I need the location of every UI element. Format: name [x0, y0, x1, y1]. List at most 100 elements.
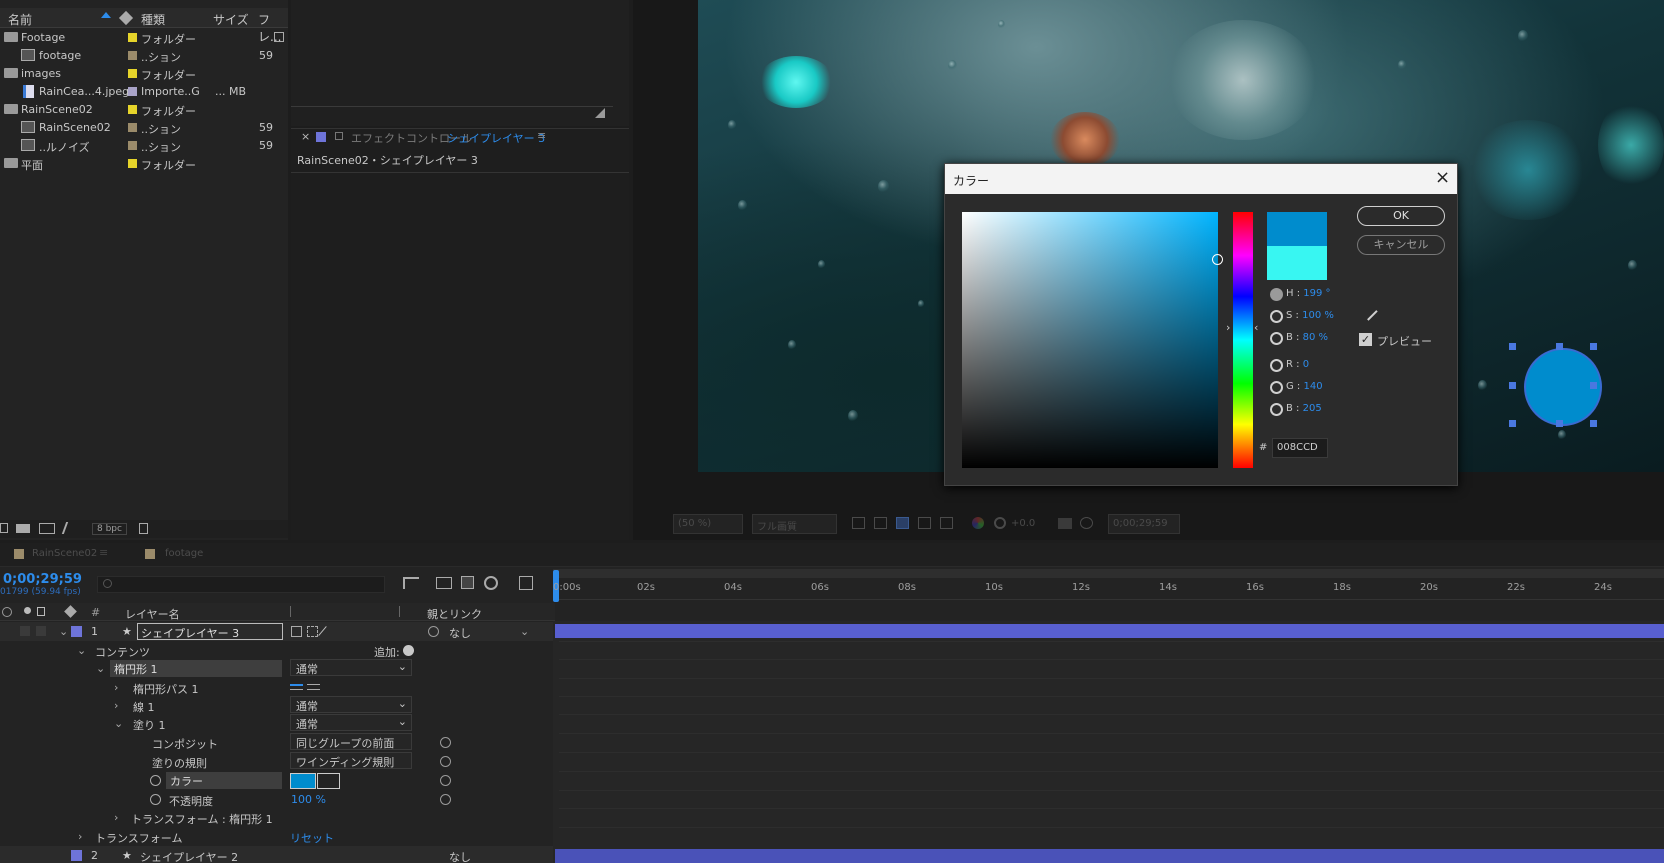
project-item-images-folder[interactable]: images フォルダー	[0, 64, 288, 83]
fill-blend-mode-dropdown[interactable]: 通常 ⌄	[290, 714, 412, 731]
blue-field[interactable]: B : 205	[1286, 403, 1322, 414]
switches-icons[interactable]	[290, 606, 400, 617]
s-radio[interactable]	[1270, 310, 1283, 323]
add-play-icon[interactable]	[403, 645, 414, 656]
chevron-right-icon[interactable]: ›	[114, 811, 118, 824]
tab-rainscene02[interactable]: RainScene02	[32, 548, 97, 559]
expression-pickwhip-icon[interactable]	[440, 756, 451, 767]
transform-handle[interactable]	[1590, 343, 1597, 350]
r-radio[interactable]	[1270, 359, 1283, 372]
fill-rule-row[interactable]: 塗りの規則	[0, 752, 555, 771]
opacity-value[interactable]: 100 %	[291, 793, 326, 806]
tab-footage[interactable]: footage	[165, 548, 203, 559]
work-area-bar[interactable]	[553, 569, 1664, 578]
mask-visibility-icon[interactable]	[896, 517, 909, 529]
label-swatch[interactable]	[14, 549, 24, 559]
effects-tab-layer[interactable]: シェイプレイヤー 3	[447, 130, 545, 146]
brush-icon[interactable]	[61, 522, 77, 534]
panel-menu-icon[interactable]: ≡	[537, 129, 546, 142]
zoom-dropdown[interactable]: (50 %)	[673, 514, 743, 534]
label-swatch[interactable]	[128, 105, 137, 114]
chevron-right-icon[interactable]: ›	[114, 681, 118, 694]
panel-menu-icon[interactable]: ≡	[99, 546, 108, 559]
color-property-row[interactable]: カラー	[0, 771, 555, 790]
flowchart-icon[interactable]	[274, 32, 284, 42]
label-swatch[interactable]	[316, 132, 326, 142]
transparency-grid-icon[interactable]	[874, 517, 887, 529]
ok-button[interactable]: OK	[1357, 206, 1445, 226]
trash-icon[interactable]	[139, 523, 148, 534]
bpc-button[interactable]: 8 bpc	[92, 523, 127, 535]
chevron-down-icon[interactable]: ⌄	[114, 717, 123, 730]
r-field[interactable]: R : 0	[1286, 359, 1309, 370]
collapse-switch-icon[interactable]	[307, 626, 318, 637]
frame-blending-icon[interactable]	[484, 576, 498, 590]
transform-row[interactable]: › トランスフォーム リセット	[0, 827, 555, 846]
project-item-jpeg[interactable]: RainCea...4.jpeg Importe..G ... MB	[0, 82, 288, 101]
reset-link[interactable]: リセット	[290, 830, 334, 846]
guides-icon[interactable]	[918, 517, 931, 529]
transform-handle[interactable]	[1509, 343, 1516, 350]
saturation-brightness-field[interactable]	[962, 212, 1223, 468]
col-type[interactable]: 種類	[141, 11, 165, 28]
video-toggle[interactable]	[20, 626, 30, 636]
project-item-footage-folder[interactable]: Footage フォルダー	[0, 28, 288, 47]
channel-icon[interactable]	[972, 517, 984, 529]
color-field-cursor[interactable]	[1212, 254, 1223, 265]
path-direction-icon[interactable]	[290, 684, 303, 690]
label-swatch[interactable]	[128, 69, 137, 78]
project-item-noise-comp[interactable]: ..ルノイズ ..ション 59	[0, 136, 288, 155]
label-swatch[interactable]	[128, 159, 137, 168]
lock-icon[interactable]	[335, 132, 343, 140]
resize-corner-icon[interactable]	[595, 108, 605, 118]
eyedropper-icon[interactable]	[1359, 302, 1378, 321]
ellipse-group-row[interactable]: ⌄ 楕円形 1	[0, 659, 555, 678]
new-folder-icon[interactable]	[16, 524, 30, 533]
label-swatch[interactable]	[145, 549, 155, 559]
label-swatch[interactable]	[128, 123, 137, 132]
quality-switch-icon[interactable]	[318, 626, 327, 636]
project-item-solids-folder[interactable]: 平面 フォルダー	[0, 154, 288, 173]
sort-asc-icon[interactable]	[101, 12, 111, 18]
region-of-interest-icon[interactable]	[852, 517, 865, 529]
eyedropper-icon[interactable]	[317, 773, 340, 789]
color-swatch[interactable]	[290, 773, 316, 789]
close-icon[interactable]: ×	[1435, 167, 1450, 188]
interpret-footage-icon[interactable]	[0, 523, 8, 533]
close-tab-icon[interactable]: ×	[301, 130, 310, 143]
label-swatch[interactable]	[71, 850, 82, 861]
h-radio[interactable]	[1270, 288, 1283, 301]
col-layer-name[interactable]: レイヤー名	[125, 606, 180, 622]
stroke-row[interactable]: › 線 1	[0, 696, 555, 715]
solo-icon[interactable]	[24, 607, 31, 614]
transform-handle[interactable]	[1590, 382, 1597, 389]
pickwhip-icon[interactable]	[428, 626, 439, 637]
label-swatch[interactable]	[128, 141, 137, 150]
col-name[interactable]: 名前	[8, 11, 32, 28]
layer-bar-1[interactable]	[555, 624, 1664, 638]
snapshot-icon[interactable]	[1058, 518, 1072, 529]
stopwatch-icon[interactable]	[150, 794, 161, 805]
new-composition-icon[interactable]	[39, 523, 55, 534]
expression-pickwhip-icon[interactable]	[440, 794, 451, 805]
chevron-down-icon[interactable]: ⌄	[520, 625, 529, 638]
parent-dropdown[interactable]: なし	[449, 625, 471, 641]
path-direction-reverse-icon[interactable]	[307, 684, 320, 690]
layer-row-2[interactable]: 2 ★ シェイプレイヤー 2 なし	[0, 846, 555, 863]
g-field[interactable]: G : 140	[1286, 381, 1323, 392]
col-size[interactable]: サイズ	[213, 11, 249, 28]
h-field[interactable]: H : 199 °	[1286, 288, 1331, 299]
composite-row[interactable]: コンポジット	[0, 733, 555, 752]
layer-name-field[interactable]: シェイプレイヤー 3	[137, 623, 283, 640]
s-field[interactable]: S : 100 %	[1286, 310, 1334, 321]
blue-radio[interactable]	[1270, 403, 1283, 416]
exposure-value[interactable]: +0.0	[1011, 518, 1035, 529]
contents-group-row[interactable]: ⌄ コンテンツ 追加:	[0, 641, 555, 660]
fill-row[interactable]: ⌄ 塗り 1	[0, 714, 555, 733]
project-item-rainscene-folder[interactable]: RainScene02 フォルダー	[0, 100, 288, 119]
col-parent[interactable]: 親とリンク	[427, 606, 482, 622]
layer-bar-2[interactable]	[555, 849, 1664, 863]
original-color-swatch[interactable]	[1267, 246, 1327, 280]
solo-toggle[interactable]	[36, 626, 46, 636]
lock-icon[interactable]	[37, 607, 45, 616]
